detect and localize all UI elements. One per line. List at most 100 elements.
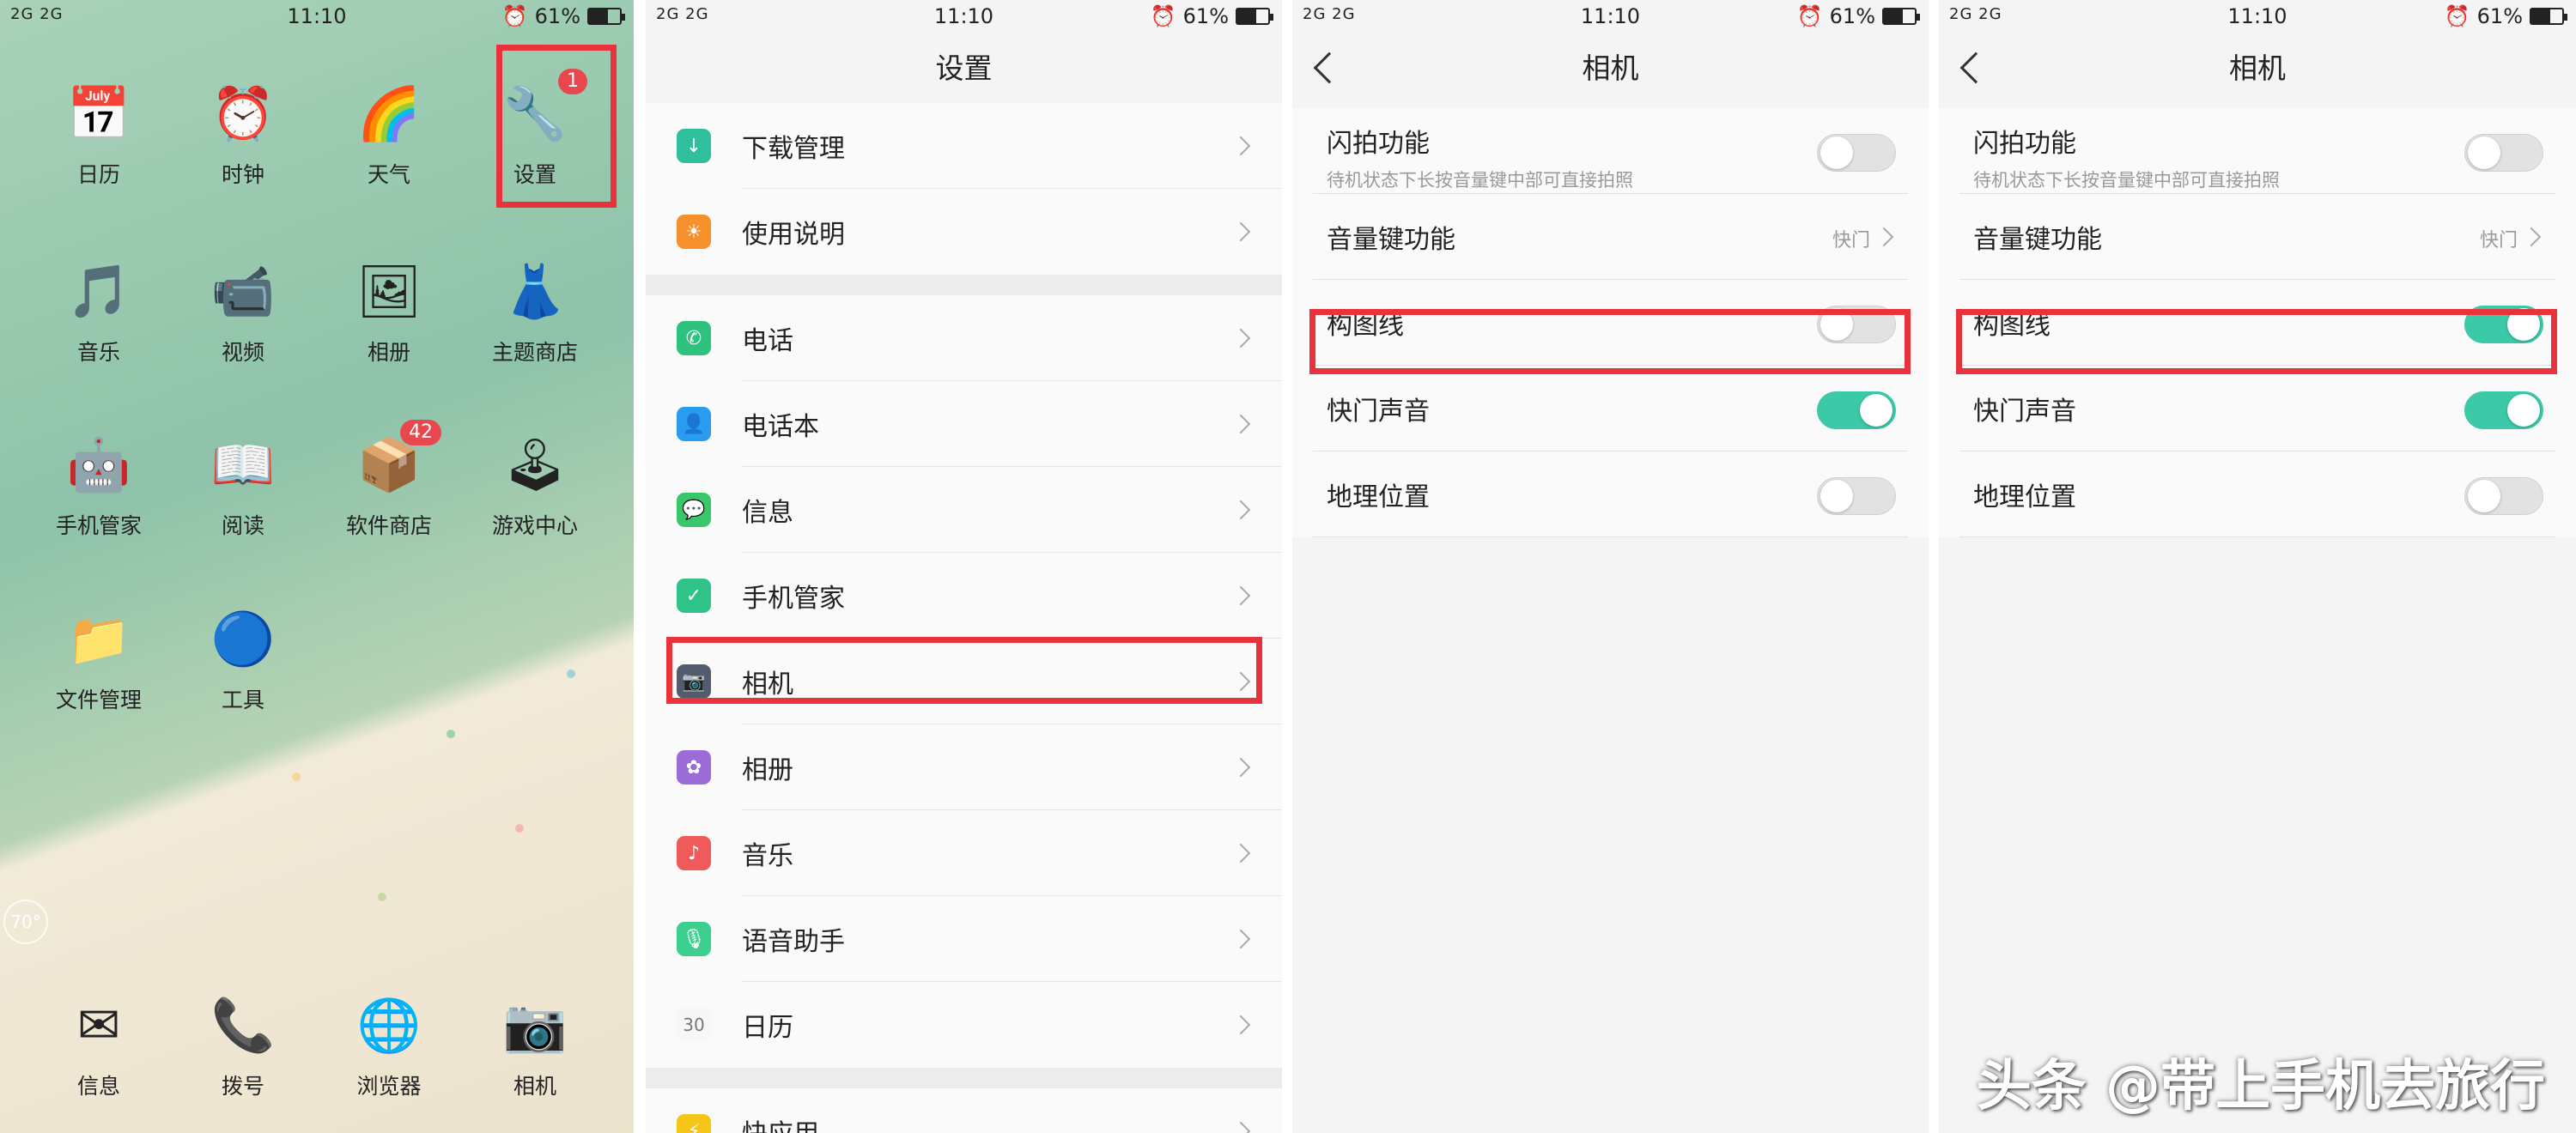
battery-icon bbox=[2530, 8, 2567, 25]
settings-item-shield[interactable]: ✓ 手机管家 bbox=[646, 553, 1282, 639]
app-label: 信息 bbox=[76, 1074, 120, 1099]
settings-item-label: 电话本 bbox=[742, 412, 819, 442]
setting-label: 地理位置 bbox=[1327, 482, 1430, 512]
phone-icon: ✆ bbox=[677, 321, 711, 355]
quick-app-icon: ⚡ bbox=[677, 1114, 711, 1133]
video-icon: 📹 bbox=[210, 262, 276, 322]
alarm-icon: ⏰ bbox=[1150, 4, 1176, 28]
settings-item-contacts[interactable]: 👤 电话本 bbox=[646, 381, 1282, 467]
weather-icon: 🌈 bbox=[356, 84, 422, 144]
download-icon: ↓ bbox=[677, 129, 711, 163]
settings-item-label: 快应用 bbox=[742, 1112, 819, 1133]
settings-item-music-note[interactable]: ♪ 音乐 bbox=[646, 810, 1282, 896]
highlight-settings bbox=[496, 45, 617, 208]
temperature-widget: 70° bbox=[3, 900, 48, 944]
settings-screen: 2G 2G 11:10 ⏰ 61% 设置 ↓ 下载管理 ☀ 使用说明 ✆ 电话 👤 电话本 💬 信… bbox=[646, 0, 1282, 1133]
setting-label: 闪拍功能 bbox=[1973, 129, 2076, 159]
alarm-icon: ⏰ bbox=[1796, 4, 1823, 28]
settings-item-label: 使用说明 bbox=[742, 220, 845, 250]
calendar-icon: 30 bbox=[677, 1008, 711, 1042]
toggle-switch[interactable] bbox=[2464, 391, 2543, 429]
album-icon: 🖼 bbox=[355, 262, 422, 322]
app-label: 阅读 bbox=[221, 513, 264, 538]
settings-item-label: 语音助手 bbox=[742, 927, 845, 957]
app-label: 浏览器 bbox=[356, 1074, 422, 1099]
setting-label: 快门声音 bbox=[1973, 397, 2076, 427]
chevron-right-icon bbox=[1230, 328, 1251, 348]
shield-icon: ✓ bbox=[677, 579, 711, 613]
settings-item-label: 音乐 bbox=[742, 841, 793, 871]
camera-setting-row[interactable]: 快门声音 bbox=[1939, 366, 2576, 451]
app-reading[interactable]: 📖 阅读 bbox=[179, 427, 307, 540]
app-clock[interactable]: ⏰ 时钟 bbox=[179, 76, 307, 189]
camera-setting-row[interactable]: 音量键功能 快门 bbox=[1292, 194, 1929, 280]
watermark: 头条 @带上手机去旅行 bbox=[1976, 1055, 2545, 1118]
settings-item-download[interactable]: ↓ 下载管理 bbox=[646, 103, 1282, 189]
chevron-right-icon bbox=[1230, 221, 1251, 242]
app-label: 日历 bbox=[76, 162, 120, 187]
phone-manager-icon: 🤖 bbox=[66, 435, 131, 495]
battery-icon bbox=[1236, 8, 1273, 25]
app-tools-folder[interactable]: 🔵 工具 bbox=[179, 601, 307, 714]
settings-item-flower[interactable]: ✿ 相册 bbox=[646, 724, 1282, 810]
app-music[interactable]: 🎵 音乐 bbox=[34, 253, 163, 367]
setting-label: 闪拍功能 bbox=[1327, 129, 1430, 159]
dock-browser[interactable]: 🌐 浏览器 bbox=[325, 987, 453, 1100]
app-weather[interactable]: 🌈 天气 bbox=[325, 76, 453, 189]
chevron-right-icon bbox=[1230, 1015, 1251, 1035]
app-label: 视频 bbox=[221, 340, 264, 365]
app-album[interactable]: 🖼 相册 bbox=[325, 253, 453, 367]
app-label: 时钟 bbox=[221, 162, 264, 187]
chevron-right-icon bbox=[1230, 929, 1251, 949]
back-icon[interactable] bbox=[1959, 52, 1992, 84]
camera-icon: 📷 bbox=[502, 996, 568, 1056]
camera-setting-row[interactable]: 快门声音 bbox=[1292, 366, 1929, 451]
camera-setting-row[interactable]: 闪拍功能 待机状态下长按音量键中部可直接拍照 bbox=[1939, 108, 2576, 194]
app-phone-manager[interactable]: 🤖 手机管家 bbox=[34, 427, 163, 540]
setting-label: 音量键功能 bbox=[1973, 225, 2102, 255]
settings-item-phone[interactable]: ✆ 电话 bbox=[646, 295, 1282, 381]
camera-setting-row[interactable]: 地理位置 bbox=[1939, 451, 2576, 537]
dock-dialer[interactable]: 📞 拨号 bbox=[179, 987, 307, 1100]
clock-icon: ⏰ bbox=[210, 84, 276, 144]
mic-icon: 🎙 bbox=[677, 922, 711, 956]
settings-item-message[interactable]: 💬 信息 bbox=[646, 467, 1282, 553]
toggle-switch[interactable] bbox=[1817, 477, 1896, 515]
app-theme-store[interactable]: 👗 主题商店 bbox=[471, 253, 599, 367]
chevron-right-icon bbox=[2521, 227, 2542, 247]
app-label: 游戏中心 bbox=[491, 513, 578, 538]
page-title: 相机 bbox=[1582, 52, 1639, 85]
app-calendar[interactable]: 📅 日历 bbox=[34, 76, 163, 189]
app-label: 音乐 bbox=[76, 340, 120, 365]
app-video[interactable]: 📹 视频 bbox=[179, 253, 307, 367]
camera-setting-row[interactable]: 地理位置 bbox=[1292, 451, 1929, 537]
settings-item-bulb[interactable]: ☀ 使用说明 bbox=[646, 189, 1282, 275]
settings-item-label: 手机管家 bbox=[742, 584, 845, 614]
camera-setting-row[interactable]: 音量键功能 快门 bbox=[1939, 194, 2576, 280]
app-game-center[interactable]: 🕹 游戏中心 bbox=[471, 427, 599, 540]
toggle-switch[interactable] bbox=[2464, 477, 2543, 515]
setting-label: 音量键功能 bbox=[1327, 225, 1455, 255]
file-manager-icon: 📁 bbox=[66, 609, 131, 670]
app-label: 手机管家 bbox=[55, 513, 142, 538]
app-file-manager[interactable]: 📁 文件管理 bbox=[34, 601, 163, 714]
settings-item-mic[interactable]: 🎙 语音助手 bbox=[646, 896, 1282, 982]
home-screen: 2G 2G 11:10 ⏰ 61% 📅 日历 ⏰ 时钟 🌈 天气 🔧 设置 1 🎵 音乐 📹 视频 🖼 相册… bbox=[0, 0, 634, 1133]
chevron-right-icon bbox=[1230, 136, 1251, 156]
toggle-switch[interactable] bbox=[1817, 134, 1896, 172]
settings-item-calendar[interactable]: 30 日历 bbox=[646, 982, 1282, 1068]
alarm-icon: ⏰ bbox=[501, 4, 528, 28]
settings-item-quick-app[interactable]: ⚡ 快应用 bbox=[646, 1088, 1282, 1133]
dock-messages[interactable]: ✉ 信息 bbox=[34, 987, 163, 1100]
back-icon[interactable] bbox=[1313, 52, 1346, 84]
page-title: 设置 bbox=[646, 34, 1282, 103]
dock-camera[interactable]: 📷 相机 bbox=[471, 987, 599, 1100]
alarm-icon: ⏰ bbox=[2444, 4, 2470, 28]
toggle-switch[interactable] bbox=[1817, 391, 1896, 429]
toggle-switch[interactable] bbox=[2464, 134, 2543, 172]
game-center-icon: 🕹 bbox=[501, 435, 568, 495]
setting-label: 地理位置 bbox=[1973, 482, 2076, 512]
camera-setting-row[interactable]: 闪拍功能 待机状态下长按音量键中部可直接拍照 bbox=[1292, 108, 1929, 194]
app-label: 工具 bbox=[221, 688, 264, 712]
app-app-store[interactable]: 📦 软件商店 42 bbox=[325, 420, 453, 540]
